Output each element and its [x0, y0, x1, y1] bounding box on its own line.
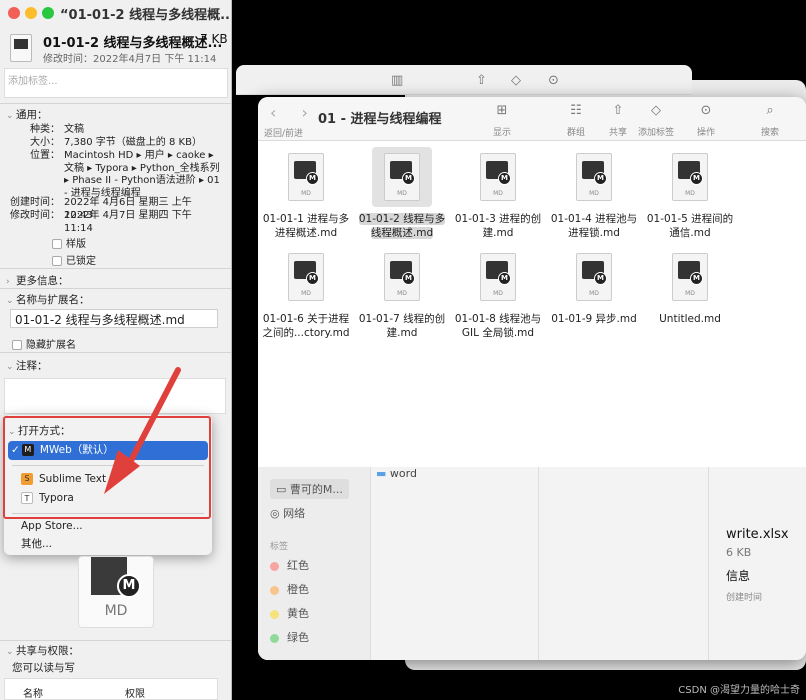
watermark: CSDN @渴望力量的哈士奇: [678, 685, 800, 696]
annotation-arrow: [104, 367, 181, 494]
